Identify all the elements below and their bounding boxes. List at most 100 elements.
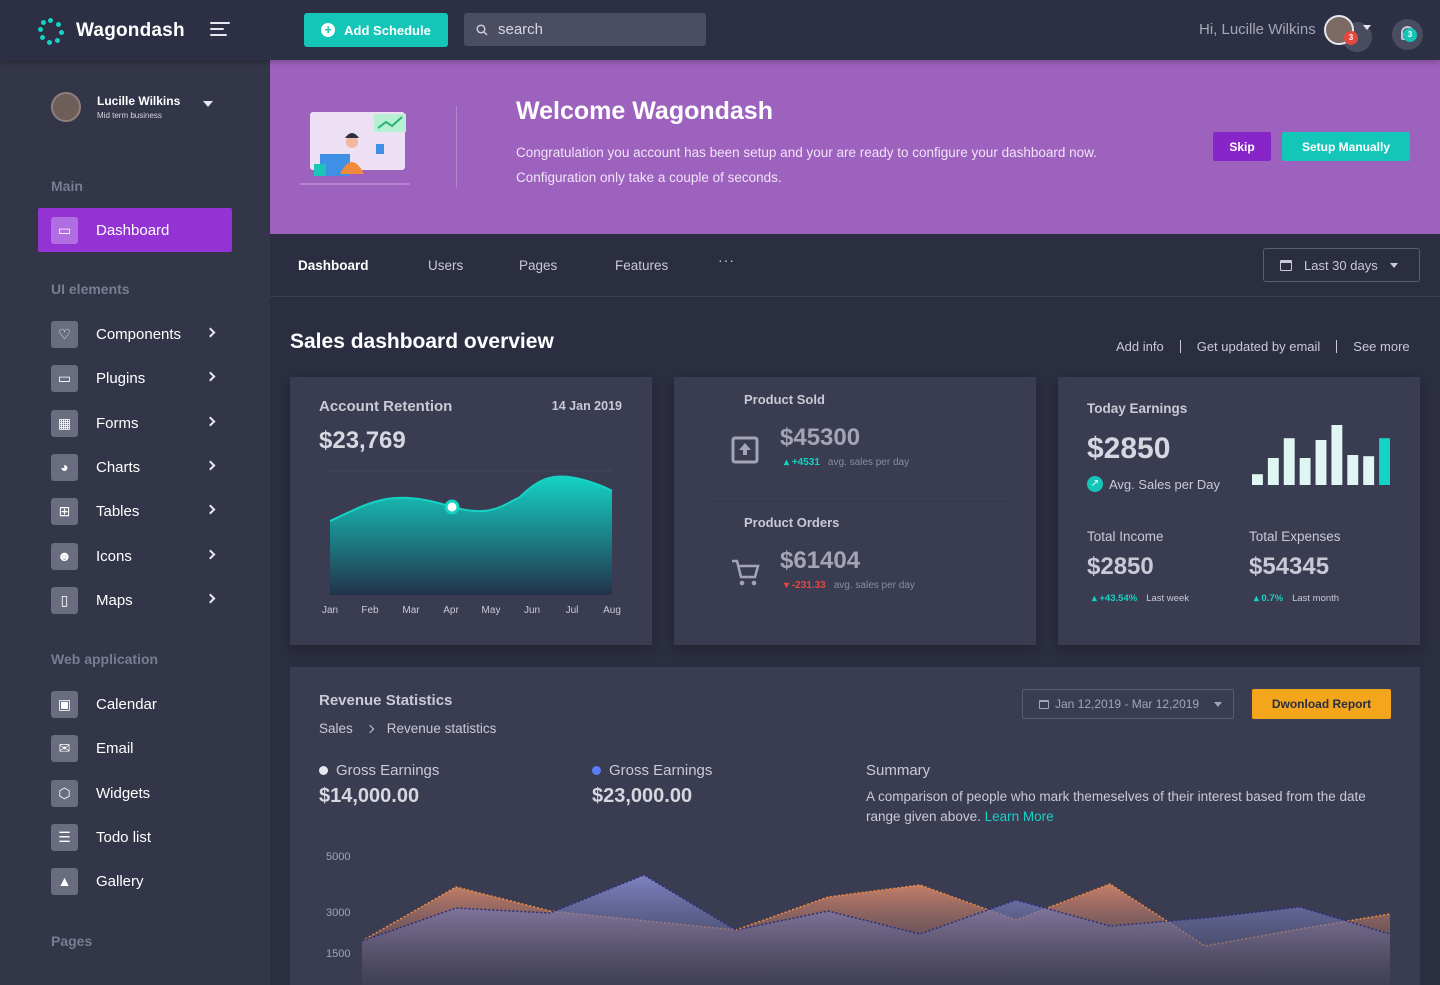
product-sold-value: $45300: [780, 424, 861, 451]
legend-dot: [592, 766, 601, 775]
card-title: Account Retention: [319, 398, 453, 415]
chevron-right-icon: [205, 371, 216, 382]
sidebar-item-tables[interactable]: ⊞ Tables: [38, 489, 232, 533]
skip-button[interactable]: Skip: [1213, 132, 1271, 161]
sidebar-item-dashboard[interactable]: ▭ Dashboard: [38, 208, 232, 252]
earnings-bar: [1331, 425, 1343, 485]
gross-earnings-2-value: $23,000.00: [592, 785, 693, 807]
add-schedule-button[interactable]: + Add Schedule: [304, 13, 448, 47]
date-range-select[interactable]: Last 30 days: [1263, 248, 1420, 282]
search-box[interactable]: [464, 13, 706, 46]
chevron-down-icon[interactable]: [1363, 25, 1371, 30]
earnings-bar: [1363, 456, 1375, 485]
sidebar-item-todo[interactable]: ☰ Todo list: [38, 815, 232, 859]
chevron-down-icon: [1214, 701, 1223, 707]
avatar-badge: 3: [1344, 31, 1358, 45]
chevron-right-icon: [205, 460, 216, 471]
retention-area-chart: Jan Feb Mar Apr May Jun Jul Aug: [322, 470, 621, 616]
avg-sales: ↗ Avg. Sales per Day: [1087, 476, 1220, 492]
user-greeting: Hi, Lucille Wilkins: [1199, 21, 1316, 38]
total-expenses-period: Last month: [1292, 593, 1340, 604]
sidebar-item-email[interactable]: ✉ Email: [38, 726, 232, 770]
product-orders-value: $61404: [780, 547, 861, 574]
chevron-down-icon: [1389, 262, 1398, 268]
x-axis-label: Apr: [443, 605, 459, 616]
sidebar-item-icons[interactable]: ☻ Icons: [38, 534, 232, 578]
total-income-period: Last week: [1146, 593, 1189, 604]
menu-toggle-icon[interactable]: [210, 22, 230, 38]
breadcrumb-current: Revenue statistics: [386, 721, 497, 736]
x-axis-label: Jan: [322, 605, 338, 616]
revenue-statistics-panel: Revenue Statistics Sales Revenue statist…: [290, 667, 1420, 985]
tab-dashboard[interactable]: Dashboard: [298, 258, 369, 273]
notification-bell-icon[interactable]: 3: [1392, 19, 1423, 50]
earnings-bar: [1283, 438, 1295, 485]
section-label-main: Main: [51, 178, 83, 194]
more-tabs-icon[interactable]: ···: [718, 252, 735, 268]
heart-icon: ♡: [51, 320, 78, 348]
sidebar-user-role: Mid term business: [97, 111, 162, 120]
banner-title: Welcome Wagondash: [516, 97, 773, 125]
avatar: [51, 92, 81, 122]
breadcrumb: Sales Revenue statistics: [319, 721, 496, 736]
plus-icon: +: [321, 23, 336, 37]
chevron-right-icon: [205, 593, 216, 604]
tab-features[interactable]: Features: [615, 258, 668, 273]
summary-text: A comparison of people who mark themesel…: [866, 787, 1394, 827]
tab-pages[interactable]: Pages: [519, 258, 557, 273]
chevron-right-icon: [205, 549, 216, 560]
sidebar-item-gallery[interactable]: ▲ Gallery: [38, 859, 232, 903]
y-axis-label: 5000: [326, 851, 350, 863]
product-stats-card: Product Sold $45300 ▴ +4531 avg. sales p…: [674, 377, 1036, 645]
chevron-right-icon: [205, 327, 216, 338]
page-title: Sales dashboard overview: [290, 330, 554, 353]
earnings-bar-chart: [1252, 425, 1390, 485]
card-title: Today Earnings: [1087, 401, 1188, 416]
sidebar-item-components[interactable]: ♡ Components: [38, 312, 232, 356]
overview-links: Add info Get updated by email See more: [1116, 339, 1410, 354]
sidebar-user-name: Lucille Wilkins: [97, 94, 181, 108]
x-axis-label: Jun: [524, 605, 540, 616]
x-axis-label: Mar: [402, 605, 420, 616]
sidebar-item-label: Todo list: [96, 828, 152, 846]
search-icon: [476, 23, 488, 36]
brand[interactable]: Wagondash: [38, 18, 185, 45]
sidebar-item-label: Tables: [96, 502, 140, 520]
earnings-bar: [1315, 440, 1327, 485]
calendar-icon: ▣: [51, 690, 78, 718]
sidebar-item-forms[interactable]: ▦ Forms: [38, 401, 232, 445]
sidebar-item-charts[interactable]: ◕ Charts: [38, 445, 232, 489]
grid-icon: ▦: [51, 409, 78, 437]
earnings-bar: [1252, 474, 1263, 485]
tab-users[interactable]: Users: [428, 258, 463, 273]
sidebar-item-calendar[interactable]: ▣ Calendar: [38, 682, 232, 726]
card-date: 14 Jan 2019: [551, 399, 622, 413]
see-more-link[interactable]: See more: [1353, 339, 1409, 354]
section-label-pages: Pages: [51, 933, 93, 949]
section-label-web: Web application: [51, 651, 159, 667]
folder-icon: ▭: [51, 364, 78, 392]
sidebar-user[interactable]: Lucille Wilkins Mid term business: [51, 92, 213, 122]
sidebar-item-label: Forms: [96, 414, 139, 432]
revenue-date-range-select[interactable]: Jan 12,2019 - Mar 12,2019: [1022, 689, 1234, 719]
sidebar-item-label: Calendar: [96, 695, 157, 713]
search-input[interactable]: [498, 21, 688, 38]
chevron-down-icon[interactable]: [203, 101, 213, 107]
sidebar-item-widgets[interactable]: ⬡ Widgets: [38, 771, 232, 815]
learn-more-link[interactable]: Learn More: [985, 809, 1054, 824]
smiley-icon: ☻: [51, 542, 78, 570]
cart-icon: [732, 559, 760, 586]
email-updates-link[interactable]: Get updated by email: [1197, 339, 1321, 354]
sidebar-item-plugins[interactable]: ▭ Plugins: [38, 356, 232, 400]
add-info-link[interactable]: Add info: [1116, 339, 1164, 354]
download-report-button[interactable]: Dwonload Report: [1252, 689, 1391, 719]
breadcrumb-sales[interactable]: Sales: [319, 721, 353, 736]
sidebar-item-maps[interactable]: ▯ Maps: [38, 578, 232, 622]
monitor-icon: ▭: [51, 216, 78, 244]
summary-body: A comparison of people who mark themesel…: [866, 789, 1366, 824]
image-icon: ▲: [51, 867, 78, 895]
tab-bar: Dashboard Users Pages Features ··· Last …: [270, 234, 1440, 297]
user-avatar-top[interactable]: 3: [1324, 15, 1358, 45]
setup-manually-button[interactable]: Setup Manually: [1282, 132, 1410, 161]
list-icon: ☰: [51, 823, 78, 851]
